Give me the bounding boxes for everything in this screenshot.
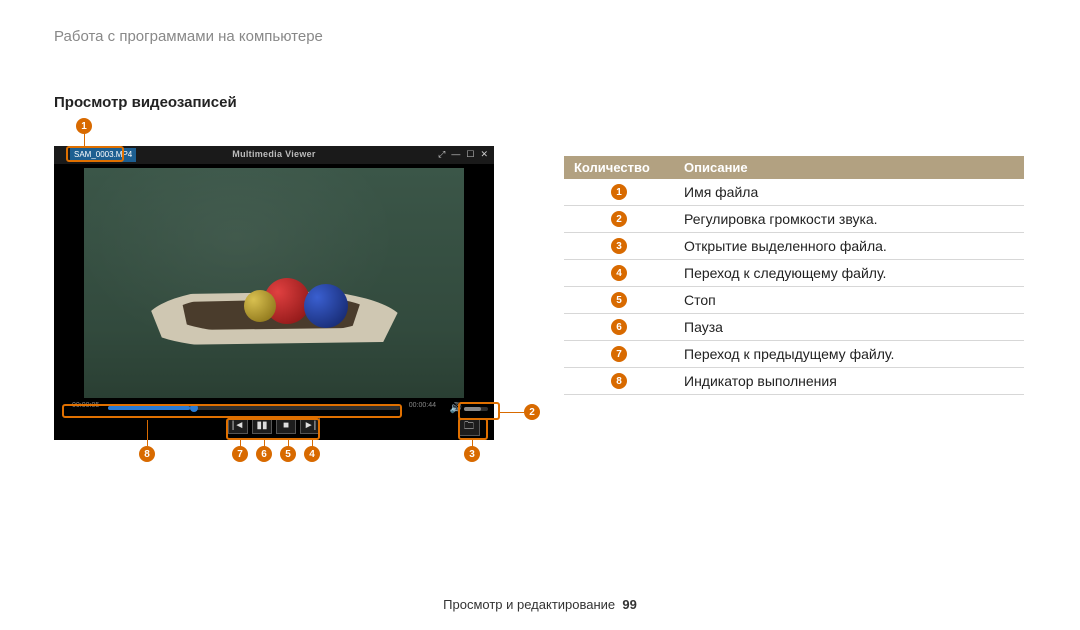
callout-7: 7 — [232, 446, 248, 462]
time-total: 00:00:44 — [409, 402, 436, 409]
row-desc: Имя файла — [674, 182, 1024, 202]
maximize-icon[interactable]: ☐ — [466, 149, 474, 160]
open-folder-button[interactable]: 🗀 — [458, 418, 480, 436]
row-desc: Регулировка громкости звука. — [674, 209, 1024, 229]
pause-button[interactable]: ▮▮ — [252, 416, 272, 434]
volume-control[interactable]: 🔊 — [450, 403, 488, 414]
callout-2: 2 — [524, 404, 540, 420]
footer-page: 99 — [622, 597, 636, 612]
table-header-row: Количество Описание — [564, 156, 1024, 179]
speaker-icon[interactable]: 🔊 — [450, 403, 462, 414]
row-badge: 3 — [611, 238, 627, 254]
progress-area: 00:00:05 00:00:44 — [68, 404, 480, 412]
progress-handle[interactable] — [190, 404, 198, 412]
table-row: 1 Имя файла — [564, 179, 1024, 206]
callout-3: 3 — [464, 446, 480, 462]
table-row: 5 Стоп — [564, 287, 1024, 314]
row-badge: 4 — [611, 265, 627, 281]
header-number: Количество — [564, 156, 674, 179]
video-frame — [84, 168, 464, 398]
callout-5: 5 — [280, 446, 296, 462]
row-badge: 6 — [611, 319, 627, 335]
volume-slider[interactable] — [464, 407, 488, 411]
expand-icon[interactable]: ⤢ — [438, 149, 445, 160]
window-controls: ⤢ — ☐ ✕ — [438, 149, 488, 160]
playback-controls: |◄ ▮▮ ■ ►| — [54, 416, 494, 436]
row-desc: Стоп — [674, 290, 1024, 310]
progress-bar[interactable] — [108, 406, 400, 410]
close-icon[interactable]: ✕ — [480, 149, 488, 160]
page-footer: Просмотр и редактирование 99 — [0, 597, 1080, 612]
table-row: 6 Пауза — [564, 314, 1024, 341]
callout-4: 4 — [304, 446, 320, 462]
row-badge: 7 — [611, 346, 627, 362]
callout-1: 1 — [76, 118, 92, 134]
row-badge: 2 — [611, 211, 627, 227]
row-desc: Индикатор выполнения — [674, 371, 1024, 391]
next-button[interactable]: ►| — [300, 416, 320, 434]
breadcrumb: Работа с программами на компьютере — [54, 28, 323, 45]
table-row: 7 Переход к предыдущему файлу. — [564, 341, 1024, 368]
footer-label: Просмотр и редактирование — [443, 597, 615, 612]
row-desc: Открытие выделенного файла. — [674, 236, 1024, 256]
leader-8 — [147, 420, 148, 446]
legend-table: Количество Описание 1 Имя файла 2 Регули… — [564, 156, 1024, 395]
section-title: Просмотр видеозаписей — [54, 94, 237, 111]
player-titlebar: SAM_0003.MP4 Multimedia Viewer ⤢ — ☐ ✕ — [54, 146, 494, 164]
callout-6: 6 — [256, 446, 272, 462]
time-elapsed: 00:00:05 — [72, 402, 99, 409]
file-tab[interactable]: SAM_0003.MP4 — [70, 148, 136, 162]
prev-button[interactable]: |◄ — [228, 416, 248, 434]
row-badge: 5 — [611, 292, 627, 308]
media-player: SAM_0003.MP4 Multimedia Viewer ⤢ — ☐ ✕ 0… — [54, 146, 494, 440]
row-badge: 8 — [611, 373, 627, 389]
minimize-icon[interactable]: — — [451, 149, 460, 160]
stop-button[interactable]: ■ — [276, 416, 296, 434]
row-badge: 1 — [611, 184, 627, 200]
callout-8: 8 — [139, 446, 155, 462]
table-row: 2 Регулировка громкости звука. — [564, 206, 1024, 233]
row-desc: Пауза — [674, 317, 1024, 337]
leader-2 — [500, 412, 524, 413]
table-row: 3 Открытие выделенного файла. — [564, 233, 1024, 260]
row-desc: Переход к следующему файлу. — [674, 263, 1024, 283]
table-row: 8 Индикатор выполнения — [564, 368, 1024, 395]
player-window-title: Multimedia Viewer — [232, 149, 315, 159]
table-row: 4 Переход к следующему файлу. — [564, 260, 1024, 287]
leader-1 — [84, 132, 85, 146]
row-desc: Переход к предыдущему файлу. — [674, 344, 1024, 364]
header-desc: Описание — [674, 156, 1024, 179]
